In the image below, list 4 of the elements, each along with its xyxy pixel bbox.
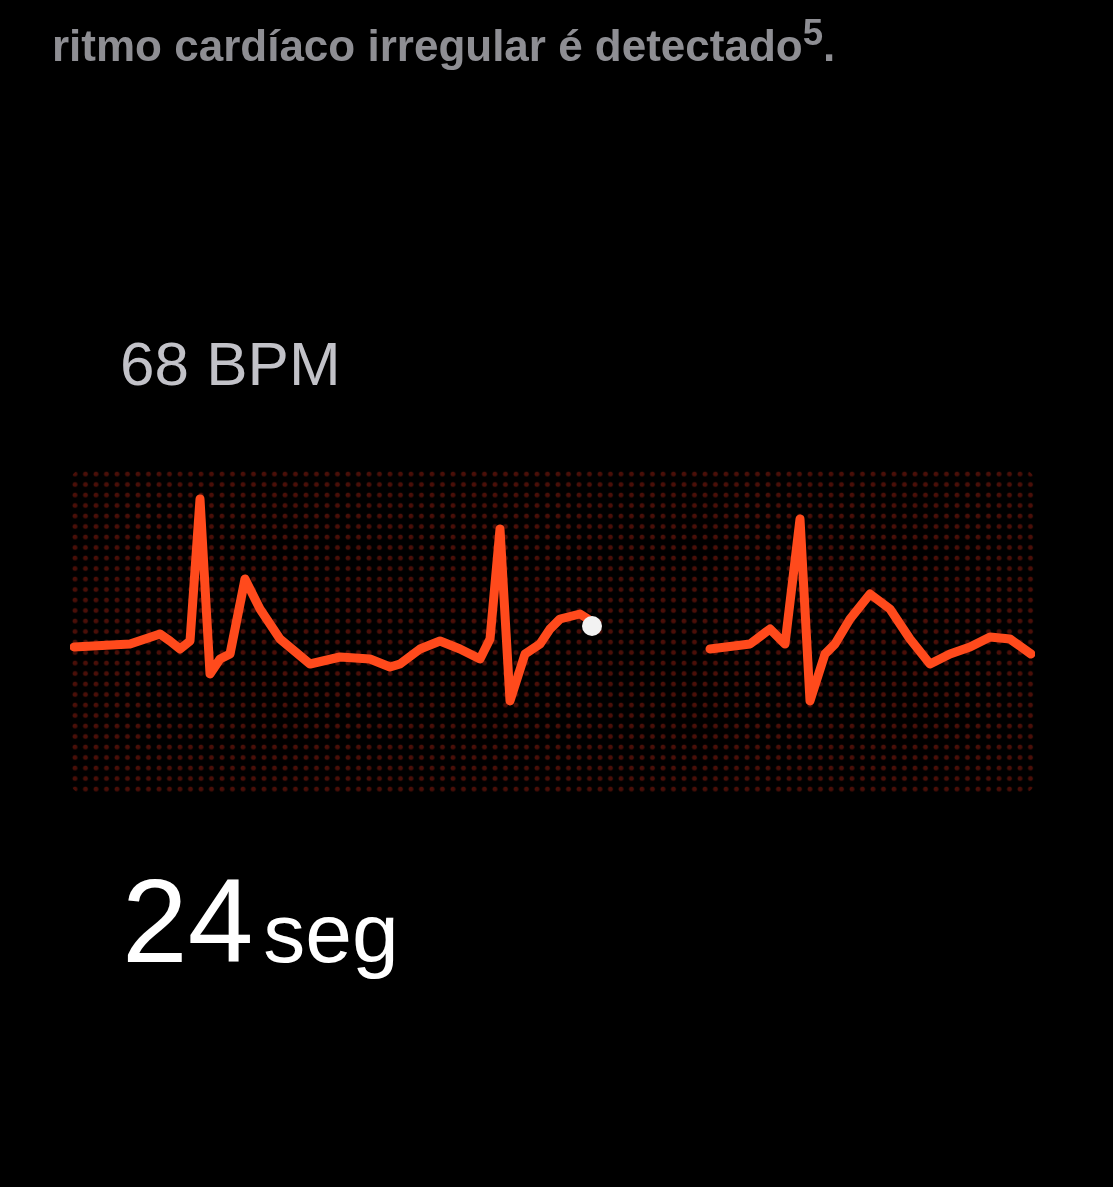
intro-text: ritmo cardíaco irregular é detectado$^{5}$. — [52, 12, 837, 71]
heart-rate-reading: 68 BPM — [120, 332, 342, 395]
recording-dot-icon — [582, 615, 602, 636]
countdown-value: 24 — [122, 861, 254, 980]
